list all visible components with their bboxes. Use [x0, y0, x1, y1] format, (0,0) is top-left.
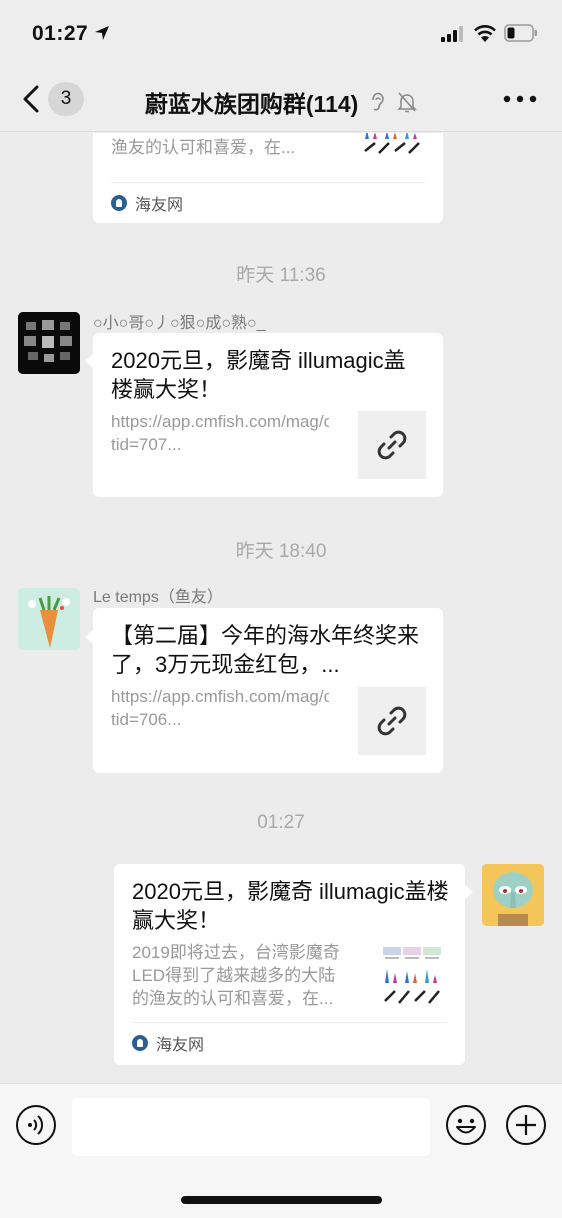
- chat-header: 3 蔚蓝水族团购群(114): [0, 66, 562, 132]
- avatar[interactable]: [18, 588, 80, 650]
- link-card[interactable]: 2020元旦，影魔奇 illumagic盖楼赢大奖！ https://app.c…: [93, 333, 443, 497]
- status-time: 01:27: [32, 22, 89, 45]
- card-source-label: 海友网: [156, 1037, 205, 1054]
- location-arrow-icon: [95, 26, 109, 40]
- card-description: LED得到了越来越多的大陆的渔友的认可和喜爱，在...: [111, 133, 331, 157]
- card-description: 2019即将过去，台湾影魔奇LED得到了越来越多的大陆的渔友的认可和喜爱，在..…: [132, 943, 340, 1008]
- my-avatar[interactable]: [482, 864, 544, 926]
- link-card[interactable]: 【第二届】今年的海水年终奖来了，3万元现金红包，... https://app.…: [93, 608, 443, 773]
- chat-title: 蔚蓝水族团购群(114): [144, 91, 359, 117]
- card-title: 2020元旦，影魔奇 illumagic盖楼赢大奖！: [111, 348, 406, 402]
- card-thumbnail: [379, 941, 447, 1009]
- timestamp: 01:27: [257, 812, 305, 833]
- mute-bell-icon: [397, 92, 417, 113]
- avatar-squidward-icon: [482, 864, 544, 926]
- message-input[interactable]: [72, 1098, 430, 1156]
- source-logo-icon: [111, 195, 127, 211]
- card-title: 2020元旦，影魔奇 illumagic盖楼赢大奖！: [132, 879, 449, 933]
- avatar-photo-grid-icon: [18, 312, 80, 374]
- card-source: 海友网: [132, 1022, 447, 1055]
- avatar[interactable]: [18, 312, 80, 374]
- ear-icon: [371, 92, 384, 111]
- link-card[interactable]: 2020元旦，影魔奇 illumagic盖楼赢大奖！ 2019即将过去，台湾影魔…: [114, 864, 465, 1065]
- sender-name: Le temps（鱼友）: [93, 589, 223, 606]
- battery-icon: [504, 24, 537, 42]
- cellular-signal-icon: [441, 26, 463, 42]
- home-indicator[interactable]: [181, 1196, 382, 1204]
- status-bar: 01:27: [0, 0, 562, 66]
- source-logo-icon: [132, 1035, 148, 1051]
- wifi-icon: [474, 25, 496, 42]
- message-list[interactable]: LED得到了越来越多的大陆的渔友的认可和喜爱，在... 海友网 昨天 11:36…: [0, 133, 562, 1083]
- emoji-icon[interactable]: [445, 1104, 487, 1146]
- timestamp: 昨天 18:40: [235, 541, 327, 562]
- link-icon: [377, 430, 407, 460]
- sender-name: ○小○哥○丿○狠○成○熟○_: [93, 315, 266, 332]
- more-icon[interactable]: [502, 94, 538, 104]
- chat-title-wrap: 蔚蓝水族团购群(114): [0, 85, 562, 119]
- card-thumbnail: [359, 133, 427, 163]
- card-thumbnail: [358, 687, 426, 755]
- card-url: https://app.cmfish.com/mag/circle/v1/for…: [111, 412, 329, 454]
- voice-icon[interactable]: [15, 1104, 57, 1146]
- avatar-carrot-icon: [18, 588, 80, 650]
- plus-icon[interactable]: [505, 1104, 547, 1146]
- link-icon: [377, 706, 407, 736]
- card-source: 海友网: [111, 182, 425, 215]
- card-url: https://app.cmfish.com/mag/circle/v1/for…: [111, 687, 329, 729]
- lighting-spectrum-thumbnail-icon: [364, 133, 420, 154]
- bubble-tail: [85, 630, 93, 644]
- bubble-tail: [465, 885, 473, 899]
- timestamp: 昨天 11:36: [236, 265, 326, 286]
- card-source-label: 海友网: [135, 197, 184, 214]
- lighting-spectrum-thumbnail-icon: [383, 947, 441, 1004]
- card-title: 【第二届】今年的海水年终奖来了，3万元现金红包，...: [111, 623, 420, 677]
- message-card[interactable]: LED得到了越来越多的大陆的渔友的认可和喜爱，在... 海友网: [93, 133, 443, 223]
- bubble-tail: [85, 354, 93, 368]
- card-thumbnail: [358, 411, 426, 479]
